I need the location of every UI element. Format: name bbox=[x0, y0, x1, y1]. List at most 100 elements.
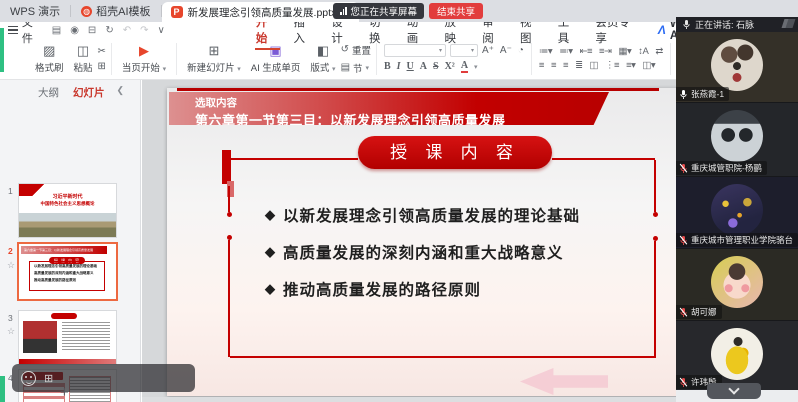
ribbon-divider bbox=[176, 43, 177, 75]
meeting-app-logo bbox=[786, 19, 794, 28]
apps-grid-icon[interactable]: ⊞ bbox=[44, 372, 53, 385]
increase-indent-icon[interactable]: ≡⇥ bbox=[599, 46, 612, 57]
participant-tile[interactable]: 重庆城管职院-杨鹂 bbox=[676, 103, 798, 176]
print-icon[interactable]: ⊟ bbox=[88, 25, 96, 36]
docked-window-edge-top[interactable] bbox=[0, 28, 4, 72]
undo-icon[interactable]: ↶ bbox=[123, 25, 131, 36]
bold-button[interactable]: B bbox=[384, 61, 391, 72]
slide-thumbnail-1[interactable]: 习近平新时代 中国特色社会主义思想概论 bbox=[19, 184, 116, 237]
output-icon[interactable]: ◉ bbox=[70, 25, 79, 36]
back-arrow-shape bbox=[520, 368, 608, 395]
collapse-participants-button[interactable] bbox=[707, 383, 761, 399]
docked-window-edge-bottom[interactable] bbox=[0, 376, 5, 402]
superscript-button[interactable]: X² bbox=[445, 61, 455, 72]
thumb1-greatwall-photo bbox=[19, 213, 116, 237]
speaking-header: 正在讲话: 石脉 bbox=[676, 17, 798, 32]
ribbon-divider bbox=[531, 43, 532, 75]
decrease-indent-icon[interactable]: ⇤≡ bbox=[579, 46, 592, 57]
text-direction-icon[interactable]: ▦▾ bbox=[619, 46, 632, 57]
slide-header-banner: 选取内容 第六章第一节第三目：以新发展理念引领高质量发展 bbox=[169, 92, 609, 125]
participant-name-chip: 重庆城市管理职业学院骆台钊 bbox=[676, 233, 798, 247]
cut-icon[interactable]: ✂ bbox=[98, 46, 106, 57]
format-painter-button[interactable]: ▨ 格式刷 bbox=[30, 43, 69, 74]
slide-thumbnail-panel: 大纲 幻灯片 ❮ 1 习近平新时代 中国特色社会主义思想概论 2 ☆ 第六章第一… bbox=[0, 80, 141, 402]
screen-share-banner: 您正在共享屏幕 结束共享 bbox=[333, 3, 483, 19]
quickbar-more-icon[interactable]: ∨ bbox=[157, 25, 164, 36]
distribute-icon[interactable]: ◫▾ bbox=[642, 60, 655, 71]
font-color-button[interactable]: A bbox=[461, 60, 468, 73]
play-from-page-button[interactable]: ▶ 当页开始 ▾ bbox=[117, 43, 171, 74]
tab-document-active[interactable]: P 新发展理念引领高质量发展.pptx × bbox=[162, 2, 359, 22]
favorite-star-icon[interactable]: ☆ bbox=[7, 260, 15, 271]
diamond-icon: ◆ bbox=[265, 281, 276, 297]
layout-button[interactable]: ◧ 版式 ▾ bbox=[305, 43, 340, 74]
paste-button[interactable]: ◫ 粘贴 bbox=[69, 43, 98, 74]
participant-tile[interactable]: 张燕霞-1 bbox=[676, 32, 798, 102]
participant-tile[interactable]: 重庆城市管理职业学院骆台钊 bbox=[676, 177, 798, 248]
copy-icon[interactable]: ⊞ bbox=[98, 61, 106, 72]
bullet-item: ◆高质量发展的深刻内涵和重大战略意义 bbox=[265, 241, 580, 263]
mic-muted-icon bbox=[679, 377, 688, 388]
strikethrough-button[interactable]: S bbox=[433, 61, 439, 72]
docer-icon: ◍ bbox=[81, 6, 92, 17]
frame-line bbox=[231, 158, 358, 160]
shadow-button[interactable]: A bbox=[420, 61, 427, 72]
slide-thumbnail-2-selected[interactable]: 第六章第一节第三目：以新发展理念引领高质量发展 授 课 内 容 以新发展理念引领… bbox=[19, 244, 116, 299]
sync-icon[interactable]: ↻ bbox=[105, 25, 113, 36]
line-spacing-icon[interactable]: ↕A bbox=[638, 46, 648, 57]
new-slide-button[interactable]: ⊞ 新建幻灯片 ▾ bbox=[182, 43, 246, 74]
frame-line bbox=[552, 158, 655, 160]
frame-line bbox=[230, 356, 656, 358]
tab-wps-home[interactable]: WPS 演示 bbox=[0, 0, 70, 22]
meeting-floating-toolbar[interactable]: ⊞ bbox=[12, 364, 195, 392]
convert-icon[interactable]: ⇄ bbox=[655, 46, 662, 57]
slide-number: 3 bbox=[8, 313, 13, 323]
tab-docer-template[interactable]: ◍ 稻壳AI模板 bbox=[71, 0, 160, 22]
participant-name-chip: 张燕霞-1 bbox=[676, 87, 729, 101]
hamburger-icon bbox=[8, 24, 18, 36]
outline-tab[interactable]: 大纲 bbox=[38, 85, 59, 100]
canvas-bottom-edge bbox=[142, 397, 676, 402]
collapse-panel-icon[interactable]: ❮ bbox=[116, 85, 124, 96]
align-right-icon[interactable]: ≡ bbox=[563, 60, 568, 71]
section-icon: ▤ bbox=[341, 62, 350, 73]
slide-canvas: 选取内容 第六章第一节第三目：以新发展理念引领高质量发展 授 课 内 容 ◆以新… bbox=[142, 80, 676, 402]
frame-line bbox=[654, 241, 656, 357]
participant-avatar-yellow-figure bbox=[711, 328, 763, 380]
mic-muted-icon bbox=[679, 163, 688, 174]
align-objects-icon[interactable]: ≡▾ bbox=[626, 60, 635, 71]
bullet-list-icon[interactable]: ≔▾ bbox=[539, 46, 552, 57]
slide-thumbnail-3[interactable] bbox=[19, 311, 116, 364]
wps-presentation-window: WPS 演示 ◍ 稻壳AI模板 P 新发展理念引领高质量发展.pptx × + … bbox=[0, 0, 798, 402]
favorite-star-icon[interactable]: ☆ bbox=[7, 326, 15, 337]
redo-icon[interactable]: ↷ bbox=[140, 25, 148, 36]
end-share-button[interactable]: 结束共享 bbox=[429, 3, 483, 19]
reaction-smiley-icon[interactable] bbox=[21, 371, 36, 386]
font-color-dropdown-icon[interactable]: ▾ bbox=[474, 63, 478, 71]
slides-tab[interactable]: 幻灯片 bbox=[73, 85, 105, 100]
underline-button[interactable]: U bbox=[407, 61, 414, 72]
ribbon-divider bbox=[670, 43, 671, 75]
columns-icon[interactable]: ◫ bbox=[590, 60, 598, 71]
indent-marks-icon[interactable]: ⋮≡ bbox=[605, 60, 619, 71]
section-button[interactable]: ▤节▾ bbox=[341, 61, 371, 75]
cut-copy-stack: ✂ ⊞ bbox=[98, 46, 106, 72]
participant-tile[interactable]: 许玮殷 bbox=[676, 321, 798, 390]
slide-title-pill: 授 课 内 容 bbox=[358, 136, 552, 169]
participant-avatar-glasses bbox=[711, 110, 763, 162]
bullet-item: ◆以新发展理念引领高质量发展的理论基础 bbox=[265, 204, 580, 226]
slide-top-strip bbox=[177, 88, 659, 91]
justify-icon[interactable]: ≣ bbox=[575, 60, 582, 71]
add-slide-button[interactable]: + bbox=[60, 384, 69, 401]
participant-tile[interactable]: 胡可娜 bbox=[676, 249, 798, 320]
frame-line bbox=[228, 186, 230, 212]
current-slide[interactable]: 选取内容 第六章第一节第三目：以新发展理念引领高质量发展 授 课 内 容 ◆以新… bbox=[167, 88, 676, 396]
reset-section-stack: ↺重置 ▤节▾ bbox=[341, 43, 371, 75]
sharing-status-badge: 您正在共享屏幕 bbox=[333, 3, 424, 19]
save-icon[interactable]: ▤ bbox=[52, 25, 61, 36]
number-list-icon[interactable]: ≕▾ bbox=[559, 46, 572, 57]
italic-button[interactable]: I bbox=[397, 61, 401, 72]
align-left-icon[interactable]: ≡ bbox=[539, 60, 544, 71]
align-center-icon[interactable]: ≡ bbox=[551, 60, 556, 71]
mic-on-icon bbox=[682, 19, 691, 30]
